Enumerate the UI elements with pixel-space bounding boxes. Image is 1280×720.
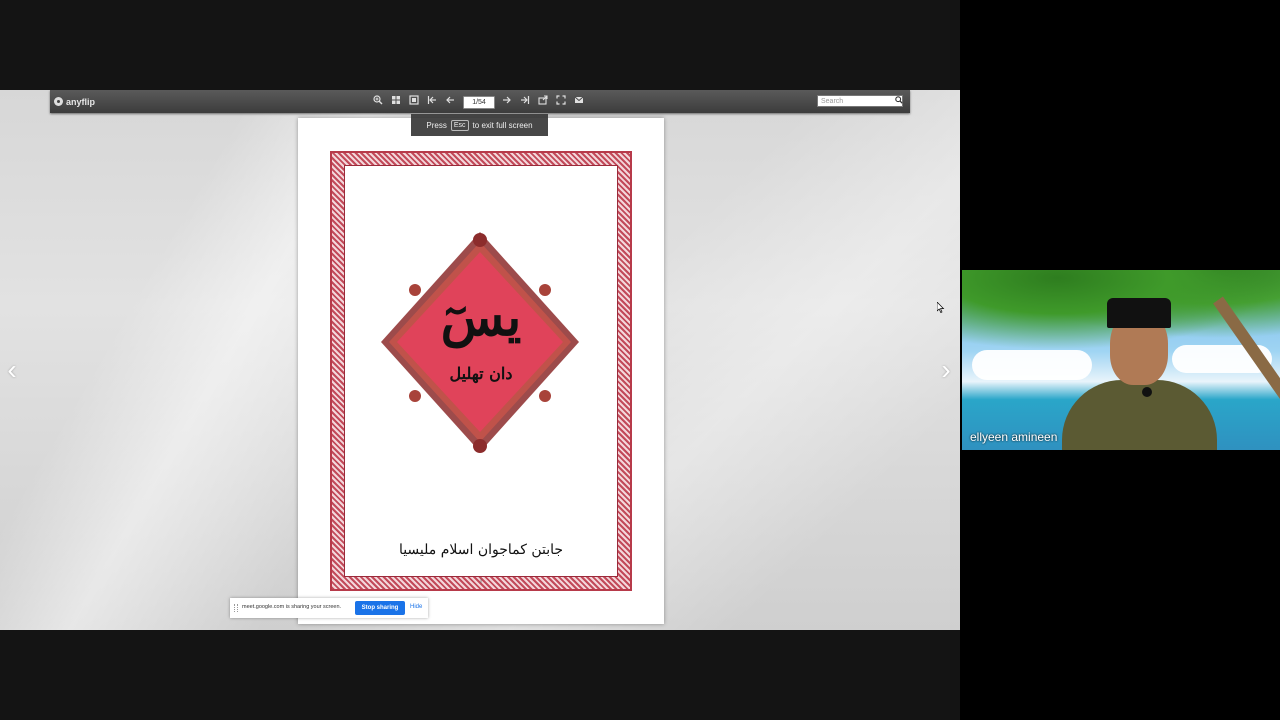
exit-fullscreen-tooltip: Press Esc to exit full screen <box>411 114 548 136</box>
bottom-black-band <box>0 630 960 720</box>
zoom-in-icon[interactable] <box>372 95 384 107</box>
thumbnails-icon[interactable] <box>390 95 402 107</box>
drag-handle-icon[interactable] <box>234 604 238 612</box>
stop-sharing-button[interactable]: Stop sharing <box>355 601 405 615</box>
publisher-text: جابتن كماجوان اسلام مليسيا <box>398 542 564 558</box>
search-input[interactable]: Search <box>817 95 903 107</box>
top-black-band <box>0 0 960 90</box>
screen-share-bar: meet.google.com is sharing your screen. … <box>230 598 428 618</box>
participant-cap <box>1107 298 1171 328</box>
anyflip-logo[interactable]: anyflip <box>54 95 95 108</box>
last-page-icon[interactable] <box>519 95 531 107</box>
next-page-icon[interactable] <box>501 95 513 107</box>
page-number-label: i <box>480 578 482 585</box>
search-icon[interactable] <box>893 96 904 107</box>
page-number-input[interactable]: 1/54 <box>463 96 495 109</box>
esc-key-label: Esc <box>450 119 469 131</box>
book-title: يسٓ <box>440 287 522 348</box>
next-arrow-icon[interactable]: › <box>936 355 956 385</box>
fullscreen-icon[interactable] <box>555 95 567 107</box>
participant-video-tile[interactable]: ellyeen amineen <box>962 270 1280 450</box>
brand-label: anyflip <box>66 96 96 107</box>
single-page-icon[interactable] <box>408 95 420 107</box>
book-page: يسٓ دان تهليل جابتن كماجوان اسلام مليسيا… <box>298 118 664 624</box>
previous-page-icon[interactable] <box>444 95 456 107</box>
participant-body <box>1062 380 1217 450</box>
tooltip-exit-text: to exit full screen <box>472 120 533 130</box>
book-subtitle: دان تهليل <box>449 364 513 383</box>
email-icon[interactable] <box>573 95 585 107</box>
viewer-toolbar: anyflip 1/54 Search <box>50 90 910 113</box>
cloud-shape <box>972 350 1092 380</box>
hide-button[interactable]: Hide <box>410 604 422 610</box>
share-message: meet.google.com is sharing your screen. <box>242 604 342 610</box>
participant-name: ellyeen amineen <box>970 430 1058 444</box>
prev-arrow-icon[interactable]: ‹ <box>2 355 22 385</box>
microphone-icon <box>1142 387 1152 397</box>
anyflip-logo-icon <box>54 97 63 106</box>
flipbook-viewer: anyflip 1/54 Search يسٓ دان تهليل جابتن … <box>0 90 960 630</box>
first-page-icon[interactable] <box>426 95 438 107</box>
mouse-cursor-icon <box>937 302 945 313</box>
tooltip-press-text: Press <box>426 120 447 130</box>
share-icon[interactable] <box>537 95 549 107</box>
